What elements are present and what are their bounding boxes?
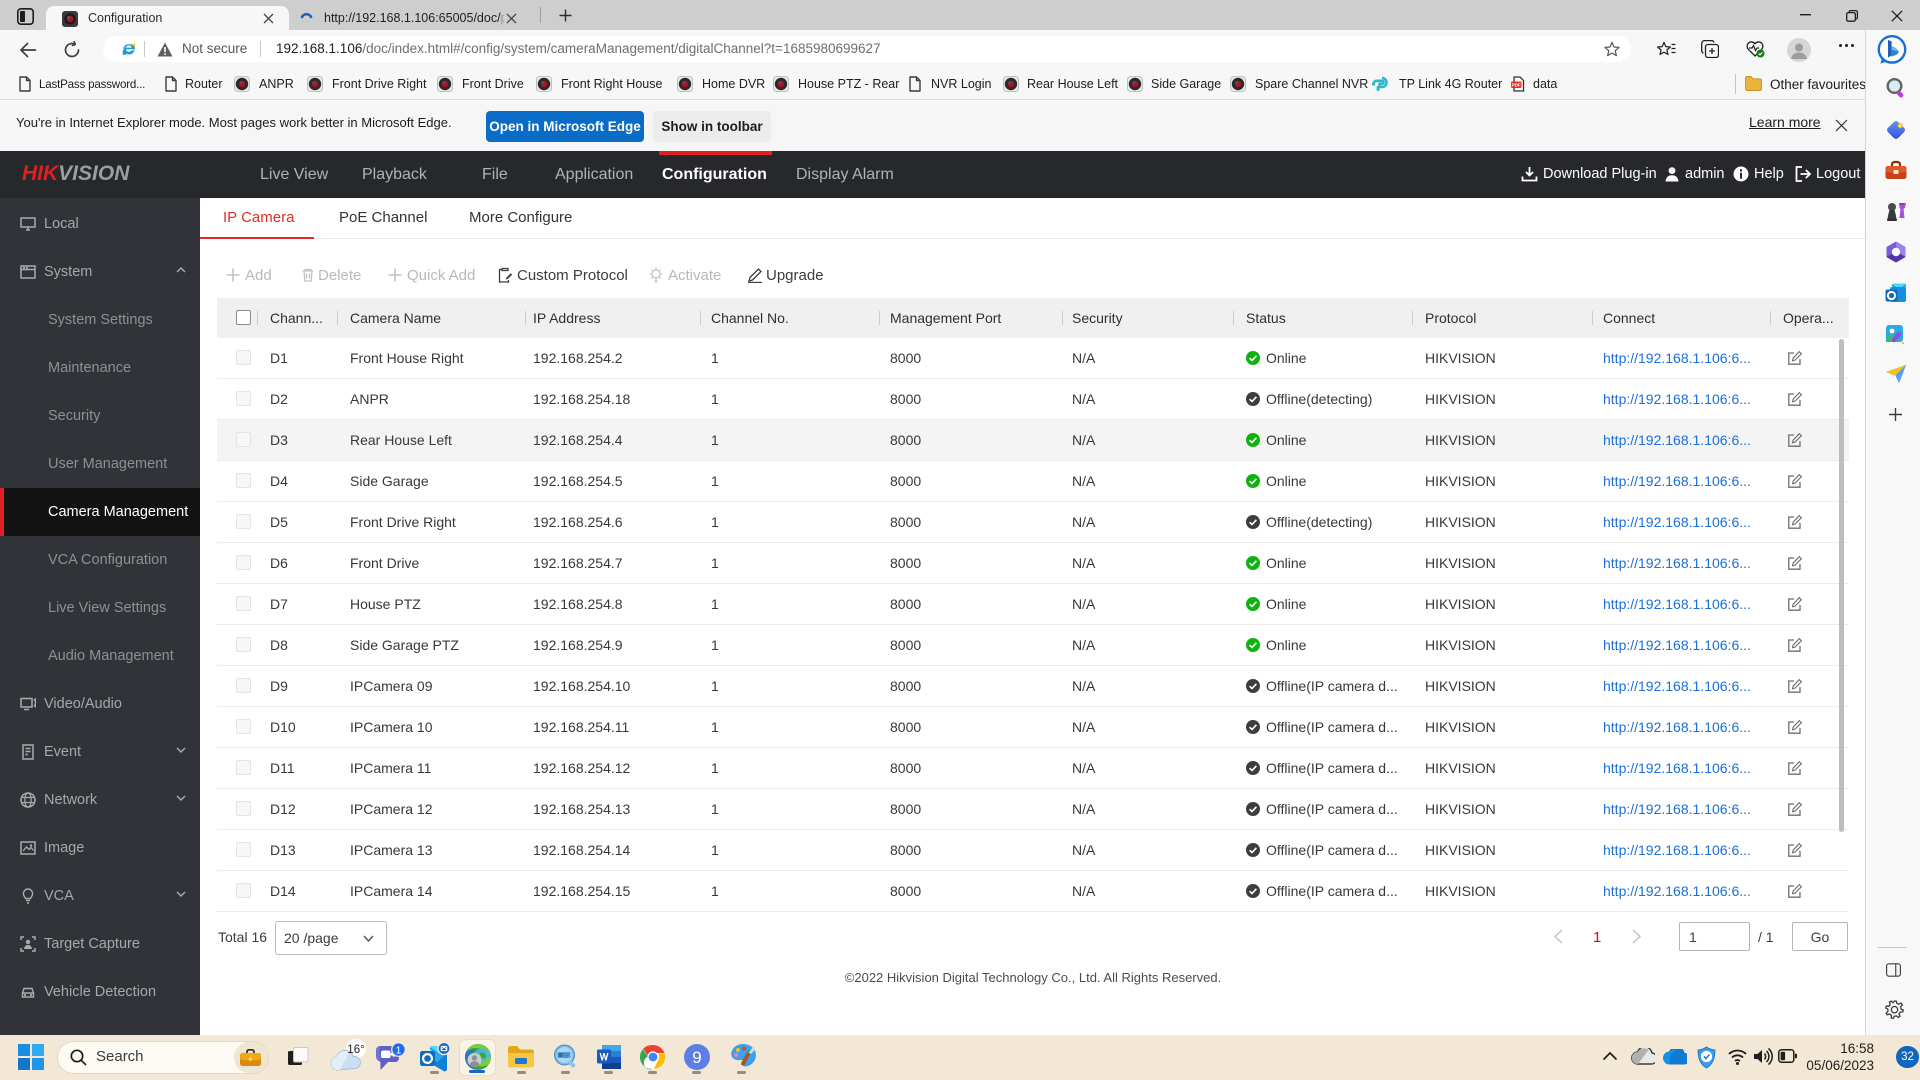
- svg-text:9: 9: [692, 1048, 701, 1067]
- svg-text:PDF: PDF: [1512, 83, 1521, 88]
- svg-text:16°: 16°: [347, 1044, 364, 1056]
- svg-text:1: 1: [396, 1045, 402, 1056]
